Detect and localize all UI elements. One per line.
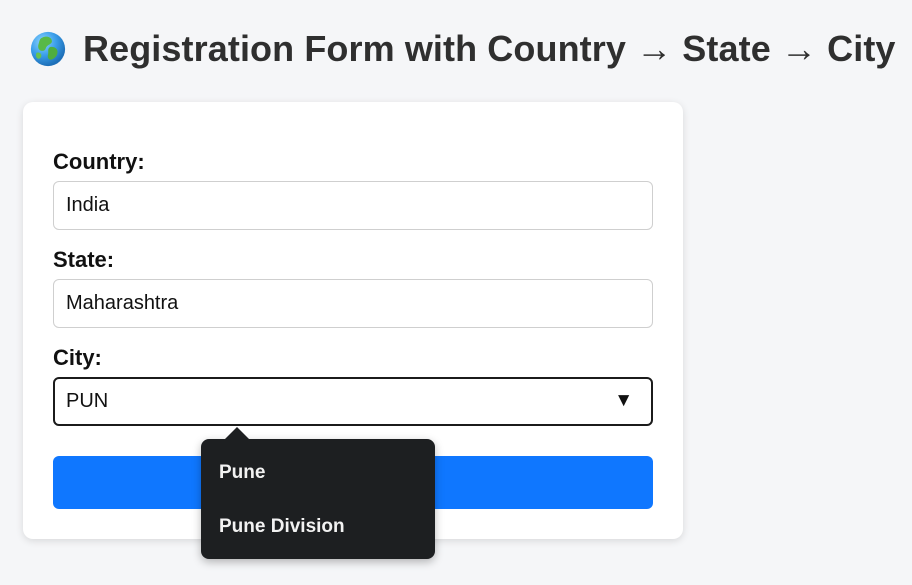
state-value: Maharashtra [66, 292, 179, 314]
page-title: Registration Form with Country → State →… [29, 28, 896, 70]
city-value: PUN [66, 390, 109, 412]
country-value: India [66, 194, 110, 216]
state-label: State: [53, 247, 115, 272]
page-title-text: Registration Form with Country → State →… [83, 28, 896, 69]
country-label: Country: [53, 149, 145, 174]
popup-caret [225, 427, 249, 439]
suggestion-pune[interactable]: Pune [219, 462, 265, 484]
suggestion-pune-division[interactable]: Pune Division [219, 516, 345, 538]
state-field[interactable]: Maharashtra [53, 279, 653, 328]
city-input[interactable]: PUN ▼ [53, 377, 653, 426]
country-field[interactable]: India [53, 181, 653, 230]
dropdown-arrow-icon[interactable]: ▼ [614, 391, 633, 410]
city-suggestions-popup: Pune Pune Division [201, 427, 435, 559]
city-label: City: [53, 345, 102, 370]
globe-icon [30, 31, 66, 67]
